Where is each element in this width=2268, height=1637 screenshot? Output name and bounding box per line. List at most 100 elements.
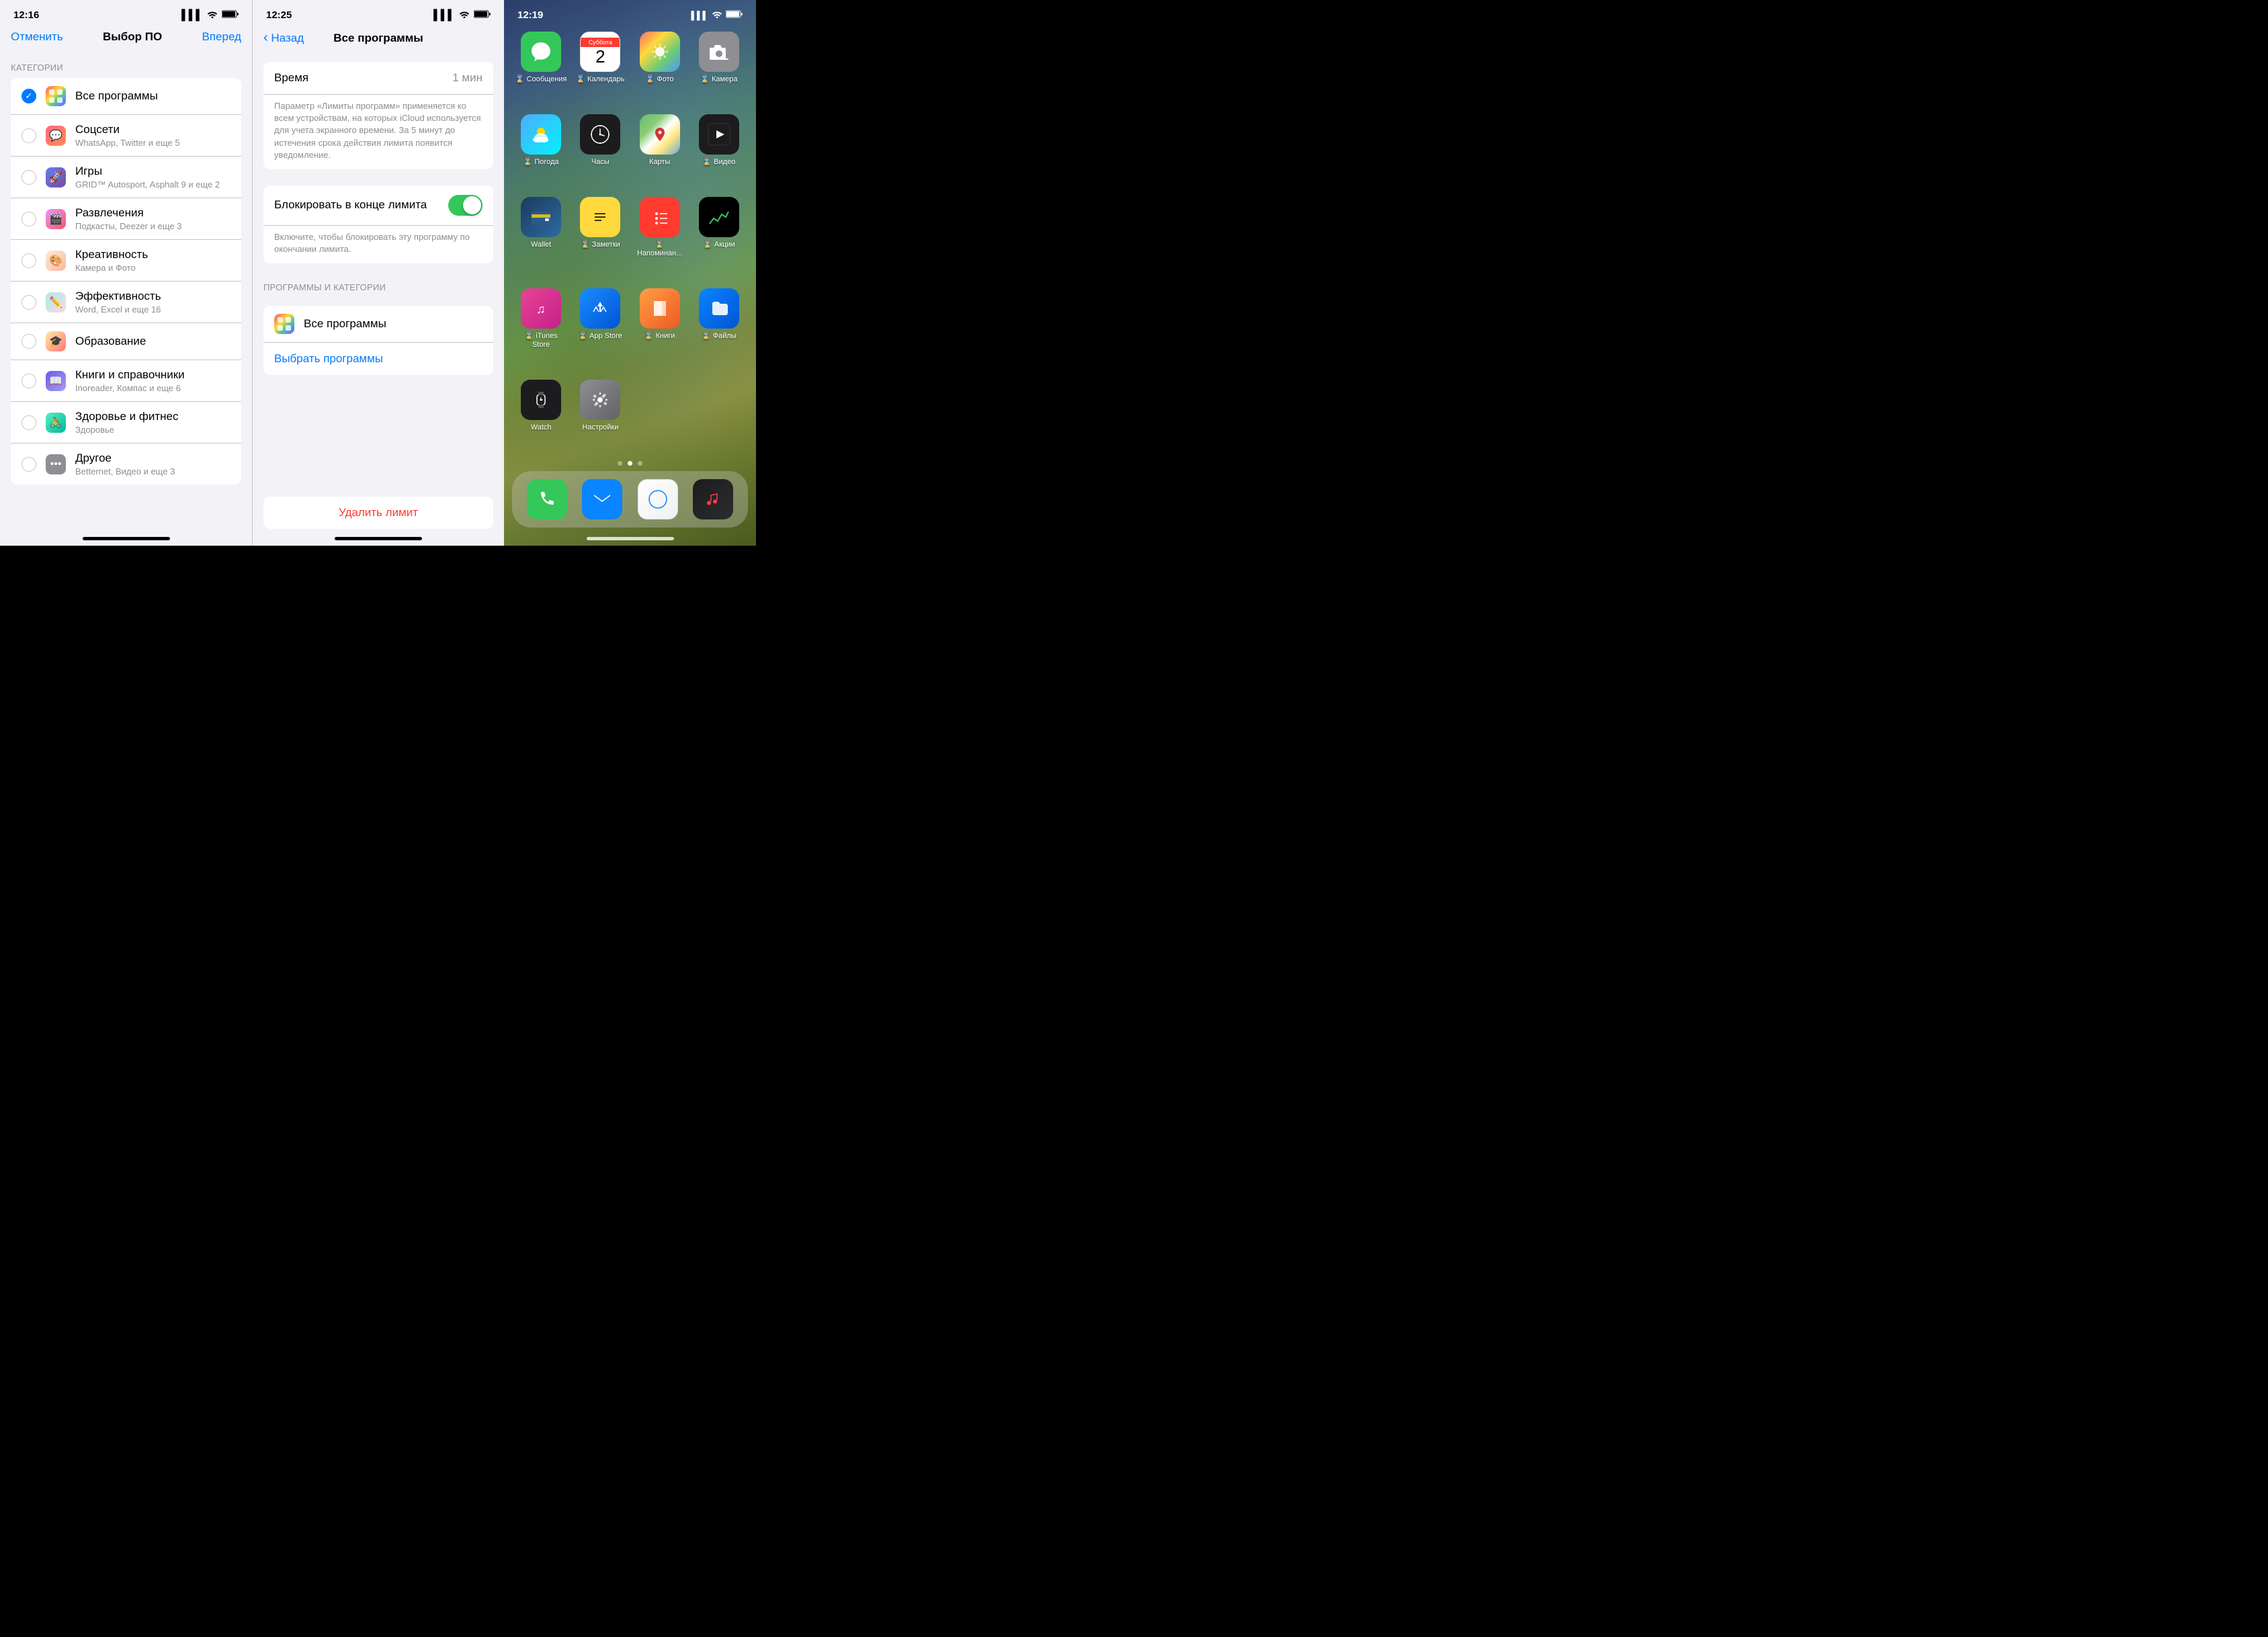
signal-icon-3: ▌▌▌ xyxy=(691,11,708,20)
app-messages[interactable]: ⌛ Сообщения xyxy=(515,32,567,101)
list-item[interactable]: ✓ Все программы xyxy=(11,78,241,115)
radio-games[interactable] xyxy=(22,170,36,185)
video-icon xyxy=(699,114,739,155)
app-notes[interactable]: ⌛ Заметки xyxy=(574,197,626,275)
mail-icon xyxy=(582,479,622,519)
books-text: Книги и справочники Inoreader, Компас и … xyxy=(75,368,230,393)
signal-icon-2: ▌▌▌ xyxy=(433,9,455,21)
books-icon: 📖 xyxy=(46,371,66,391)
time-3: 12:19 xyxy=(517,9,543,21)
status-bar-3: 12:19 ▌▌▌ xyxy=(504,0,756,25)
svg-text:♫: ♫ xyxy=(536,302,546,316)
status-icons-1: ▌▌▌ xyxy=(181,9,239,21)
page-indicator xyxy=(504,456,756,471)
app-weather[interactable]: ⌛ Погода xyxy=(515,114,567,183)
social-text: Соцсети WhatsApp, Twitter и еще 5 xyxy=(75,123,230,148)
files-label: ⌛ Файлы xyxy=(702,332,737,341)
calendar-label: ⌛ Календарь xyxy=(576,75,624,84)
dock-app-safari[interactable] xyxy=(634,479,682,519)
app-settings[interactable]: Настройки xyxy=(574,380,626,449)
list-item[interactable]: 🎓 Образование xyxy=(11,323,241,360)
radio-education[interactable] xyxy=(22,334,36,349)
list-item[interactable]: 🎨 Креативность Камера и Фото xyxy=(11,240,241,282)
app-maps[interactable]: Карты xyxy=(634,114,686,183)
block-limit-block: Блокировать в конце лимита Включите, что… xyxy=(263,185,493,263)
back-chevron-icon: ‹ xyxy=(263,30,268,45)
list-item[interactable]: 🚀 Игры GRID™ Autosport, Asphalt 9 и еще … xyxy=(11,157,241,198)
app-calendar[interactable]: Суббота 2 ⌛ Календарь xyxy=(574,32,626,101)
stocks-label: ⌛ Акции xyxy=(703,241,735,249)
games-icon: 🚀 xyxy=(46,167,66,187)
notes-label: ⌛ Заметки xyxy=(581,241,620,249)
books-hs-icon xyxy=(640,288,680,329)
health-icon: 🚴 xyxy=(46,413,66,433)
delete-limit-button[interactable]: Удалить лимит xyxy=(339,506,418,519)
calendar-icon: Суббота 2 xyxy=(580,32,620,72)
list-item[interactable]: 🎬 Развлечения Подкасты, Deezer и еще 3 xyxy=(11,198,241,240)
list-item[interactable]: 📖 Книги и справочники Inoreader, Компас … xyxy=(11,360,241,402)
time-row[interactable]: Время 1 мин xyxy=(263,62,493,95)
categories-list: ✓ Все программы 💬 Соцсети WhatsApp, Twit… xyxy=(11,78,241,485)
clock-label: Часы xyxy=(591,158,610,167)
app-watch[interactable]: Watch xyxy=(515,380,567,449)
app-photos[interactable]: ⌛ Фото xyxy=(634,32,686,101)
time-2: 12:25 xyxy=(266,9,292,21)
panel1-title: Выбор ПО xyxy=(103,30,162,44)
files-icon xyxy=(699,288,739,329)
list-item[interactable]: ✏️ Эффективность Word, Excel и еще 16 xyxy=(11,282,241,323)
radio-productivity[interactable] xyxy=(22,295,36,310)
time-label: Время xyxy=(274,71,308,85)
app-reminders[interactable]: ⌛ Напоминан... xyxy=(634,197,686,275)
all-apps-name: Все программы xyxy=(304,317,386,331)
creative-text: Креативность Камера и Фото xyxy=(75,248,230,273)
time-description: Параметр «Лимиты программ» применяется к… xyxy=(263,95,493,169)
programs-section-header: ПРОГРАММЫ И КАТЕГОРИИ xyxy=(253,271,504,298)
app-books[interactable]: ⌛ Книги xyxy=(634,288,686,366)
cancel-button[interactable]: Отменить xyxy=(11,30,63,44)
status-bar-2: 12:25 ▌▌▌ xyxy=(253,0,504,25)
app-appstore[interactable]: ⌛ App Store xyxy=(574,288,626,366)
radio-creative[interactable] xyxy=(22,253,36,268)
radio-other[interactable] xyxy=(22,457,36,472)
app-stocks[interactable]: ⌛ Акции xyxy=(693,197,745,275)
time-1: 12:16 xyxy=(13,9,39,21)
block-limit-toggle[interactable] xyxy=(448,195,482,216)
list-item[interactable]: ••• Другое Betternet, Видео и еще 3 xyxy=(11,444,241,485)
time-value: 1 мин xyxy=(452,71,482,85)
app-video[interactable]: ⌛ Видео xyxy=(693,114,745,183)
settings-icon xyxy=(580,380,620,420)
battery-icon-2 xyxy=(474,9,491,21)
back-button[interactable]: ‹ Назад xyxy=(263,30,304,46)
categories-header: КАТЕГОРИИ xyxy=(0,52,252,78)
app-itunes[interactable]: ♫ ⌛ iTunes Store xyxy=(515,288,567,366)
dock-app-mail[interactable] xyxy=(578,479,626,519)
list-item[interactable]: 🚴 Здоровье и фитнес Здоровье xyxy=(11,402,241,444)
app-camera[interactable]: ⌛ Камера xyxy=(693,32,745,101)
forward-button[interactable]: Вперед xyxy=(202,30,241,44)
radio-health[interactable] xyxy=(22,415,36,430)
radio-books[interactable] xyxy=(22,374,36,388)
all-apps-row[interactable]: Все программы xyxy=(263,306,493,342)
radio-social[interactable] xyxy=(22,128,36,143)
app-wallet[interactable]: Wallet xyxy=(515,197,567,275)
home-screen-content: 12:19 ▌▌▌ ⌛ Сообщения xyxy=(504,0,756,546)
wallet-icon xyxy=(521,197,561,237)
panel-software-selection: 12:16 ▌▌▌ Отменить Выбор ПО Вперед КАТЕГ… xyxy=(0,0,252,546)
choose-apps-button[interactable]: Выбрать программы xyxy=(263,342,493,375)
programs-block: Все программы Выбрать программы xyxy=(263,306,493,375)
block-limit-row[interactable]: Блокировать в конце лимита xyxy=(263,185,493,226)
weather-label: ⌛ Погода xyxy=(523,158,559,167)
list-item[interactable]: 💬 Соцсети WhatsApp, Twitter и еще 5 xyxy=(11,115,241,157)
dock-app-music[interactable] xyxy=(689,479,737,519)
photos-icon xyxy=(640,32,680,72)
radio-all[interactable]: ✓ xyxy=(22,89,36,103)
dock-app-phone[interactable] xyxy=(523,479,571,519)
productivity-icon: ✏️ xyxy=(46,292,66,312)
app-files[interactable]: ⌛ Файлы xyxy=(693,288,745,366)
all-apps-text: Все программы xyxy=(75,89,230,103)
education-icon: 🎓 xyxy=(46,331,66,351)
watch-icon xyxy=(521,380,561,420)
radio-entertainment[interactable] xyxy=(22,212,36,226)
app-clock[interactable]: Часы xyxy=(574,114,626,183)
reminders-icon xyxy=(640,197,680,237)
